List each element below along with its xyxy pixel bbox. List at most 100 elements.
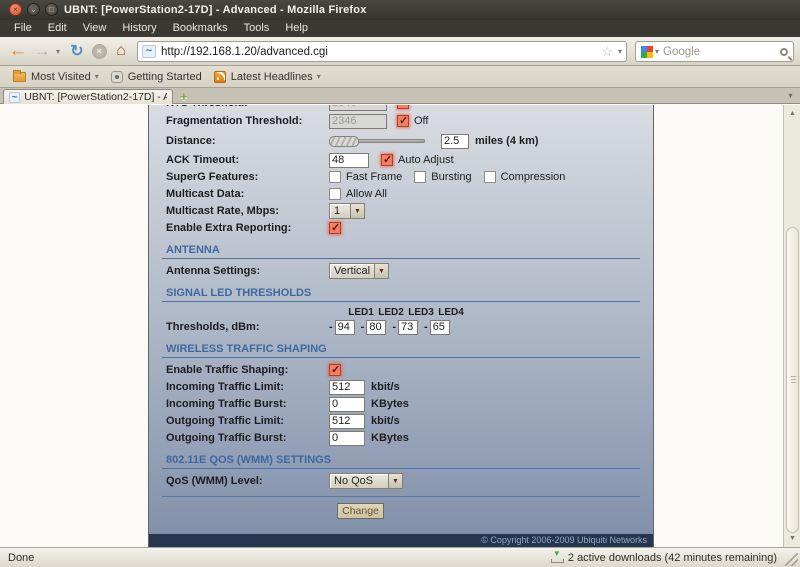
checkbox-label: Off — [414, 115, 429, 127]
chevron-down-icon: ▾ — [94, 72, 99, 81]
outgoing-burst-input[interactable] — [329, 430, 365, 446]
rts-off-checkbox[interactable] — [397, 105, 409, 109]
forward-icon[interactable]: → — [31, 37, 53, 65]
compression-checkbox[interactable] — [483, 171, 496, 183]
search-input[interactable] — [663, 45, 780, 58]
led1-threshold-input[interactable] — [334, 319, 355, 335]
bookmarks-toolbar: Most Visited ▾ Getting Started Latest He… — [0, 66, 800, 88]
close-icon[interactable]: × — [9, 3, 22, 16]
section-antenna: ANTENNA — [162, 244, 640, 259]
tab-list-dropdown-icon[interactable]: ▾ — [784, 90, 797, 102]
menu-file[interactable]: File — [6, 20, 40, 37]
distance-input[interactable] — [441, 133, 469, 149]
allow-all-checkbox[interactable] — [329, 188, 341, 200]
outgoing-limit-input[interactable] — [329, 413, 365, 429]
field-label: SuperG Features: — [166, 171, 259, 183]
led4-threshold-input[interactable] — [429, 319, 450, 335]
history-dropdown-icon[interactable]: ▾ — [52, 37, 64, 65]
checkbox-label: Bursting — [431, 171, 472, 183]
row-ack-timeout: ACK Timeout: Auto Adjust — [166, 152, 639, 168]
search-engine-dropdown-icon[interactable]: ▾ — [655, 47, 659, 56]
fragmentation-threshold-input[interactable] — [329, 113, 387, 129]
antenna-settings-select[interactable]: Vertical ▼ — [329, 263, 389, 279]
multicast-rate-select[interactable]: 1 ▼ — [329, 203, 365, 219]
led3-threshold-input[interactable] — [398, 319, 419, 335]
bookmark-latest-headlines[interactable]: Latest Headlines ▾ — [208, 68, 327, 86]
checkbox-label: Compression — [500, 171, 566, 183]
divider — [162, 496, 640, 497]
downloads-status[interactable]: 2 active downloads (42 minutes remaining… — [550, 549, 777, 564]
menu-tools[interactable]: Tools — [236, 20, 278, 37]
minus-sign: - — [360, 321, 365, 333]
back-icon[interactable]: ← — [6, 37, 30, 65]
change-button[interactable]: Change — [337, 503, 384, 519]
extra-reporting-checkbox[interactable] — [329, 221, 341, 234]
checkbox-label: Allow All — [346, 188, 387, 200]
url-bar[interactable]: ~ ☆ ▾ — [137, 41, 627, 62]
field-label: Multicast Data: — [166, 188, 245, 200]
bookmark-star-icon[interactable]: ☆ — [601, 44, 613, 60]
field-label: RTS Threshold: — [166, 105, 329, 109]
minus-sign: - — [329, 321, 333, 333]
scroll-down-icon[interactable]: ▼ — [785, 532, 800, 545]
incoming-limit-input[interactable] — [329, 379, 365, 395]
field-label: Thresholds, dBm: — [166, 321, 260, 333]
unit-label: kbit/s — [371, 415, 400, 427]
field-label: QoS (WMM) Level: — [166, 475, 263, 487]
scrollbar-thumb[interactable] — [786, 227, 799, 533]
led-column-headers: LED1 LED2 LED3 LED4 — [346, 306, 639, 318]
search-bar[interactable]: ▾ — [635, 41, 794, 62]
tab-active[interactable]: ~ UBNT: [PowerStation2-17D] - A... — [3, 89, 173, 104]
vertical-scrollbar[interactable]: ▲ ▼ — [783, 105, 800, 547]
row-incoming-traffic-limit: Incoming Traffic Limit: kbit/s — [166, 379, 639, 395]
search-magnifier-icon[interactable] — [780, 47, 788, 56]
field-label: Incoming Traffic Burst: — [166, 398, 287, 410]
url-input[interactable] — [161, 45, 600, 58]
fast-frame-checkbox[interactable] — [329, 171, 341, 183]
section-wireless-traffic-shaping: WIRELESS TRAFFIC SHAPING — [162, 343, 640, 358]
menu-help[interactable]: Help — [277, 20, 316, 37]
url-dropdown-icon[interactable]: ▾ — [618, 47, 622, 56]
ack-timeout-input[interactable] — [329, 152, 369, 168]
resize-grip[interactable] — [785, 553, 798, 566]
auto-adjust-checkbox[interactable] — [381, 153, 393, 166]
fragmentation-off-checkbox[interactable] — [397, 114, 409, 127]
maximize-icon[interactable]: □ — [45, 3, 58, 16]
selected-value: 1 — [334, 205, 341, 217]
bookmark-most-visited[interactable]: Most Visited ▾ — [7, 68, 105, 86]
minimize-icon[interactable]: ⌄ — [27, 3, 40, 16]
rts-threshold-input[interactable] — [329, 105, 387, 111]
scroll-up-icon[interactable]: ▲ — [785, 107, 800, 120]
section-qos-wmm-settings: 802.11E QOS (WMM) SETTINGS — [162, 454, 640, 469]
traffic-shaping-checkbox[interactable] — [329, 363, 341, 376]
menu-bookmarks[interactable]: Bookmarks — [165, 20, 236, 37]
home-icon[interactable]: ⌂ — [110, 37, 132, 65]
unit-label: miles (4 km) — [475, 135, 539, 147]
selected-value: No QoS — [334, 475, 374, 487]
led2-threshold-input[interactable] — [366, 319, 387, 335]
tab-favicon-icon: ~ — [9, 91, 21, 103]
led4-header: LED4 — [438, 306, 464, 318]
row-multicast-rate: Multicast Rate, Mbps: 1 ▼ — [166, 203, 639, 219]
stop-icon[interactable]: × — [89, 37, 109, 65]
bursting-checkbox[interactable] — [414, 171, 427, 183]
downloads-text: 2 active downloads (42 minutes remaining… — [567, 551, 777, 564]
menu-view[interactable]: View — [75, 20, 115, 37]
incoming-burst-input[interactable] — [329, 396, 365, 412]
slider-handle[interactable] — [329, 136, 359, 147]
menu-history[interactable]: History — [114, 20, 164, 37]
select-arrow-icon: ▼ — [374, 264, 388, 278]
page-footer: © Copyright 2006-2009 Ubiquiti Networks — [148, 534, 654, 547]
window-titlebar: × ⌄ □ UBNT: [PowerStation2-17D] - Advanc… — [0, 0, 800, 20]
distance-slider[interactable] — [329, 136, 425, 147]
bookmark-getting-started[interactable]: Getting Started — [105, 68, 208, 86]
reload-icon[interactable]: ↻ — [66, 37, 88, 65]
row-outgoing-traffic-limit: Outgoing Traffic Limit: kbit/s — [166, 413, 639, 429]
select-arrow-icon: ▼ — [350, 204, 364, 218]
bookmark-label: Latest Headlines — [230, 70, 313, 83]
row-outgoing-traffic-burst: Outgoing Traffic Burst: KBytes — [166, 430, 639, 446]
new-tab-icon[interactable]: + — [180, 89, 188, 104]
menu-edit[interactable]: Edit — [40, 20, 75, 37]
row-qos-wmm-level: QoS (WMM) Level: No QoS ▼ — [166, 473, 639, 489]
qos-level-select[interactable]: No QoS ▼ — [329, 473, 403, 489]
